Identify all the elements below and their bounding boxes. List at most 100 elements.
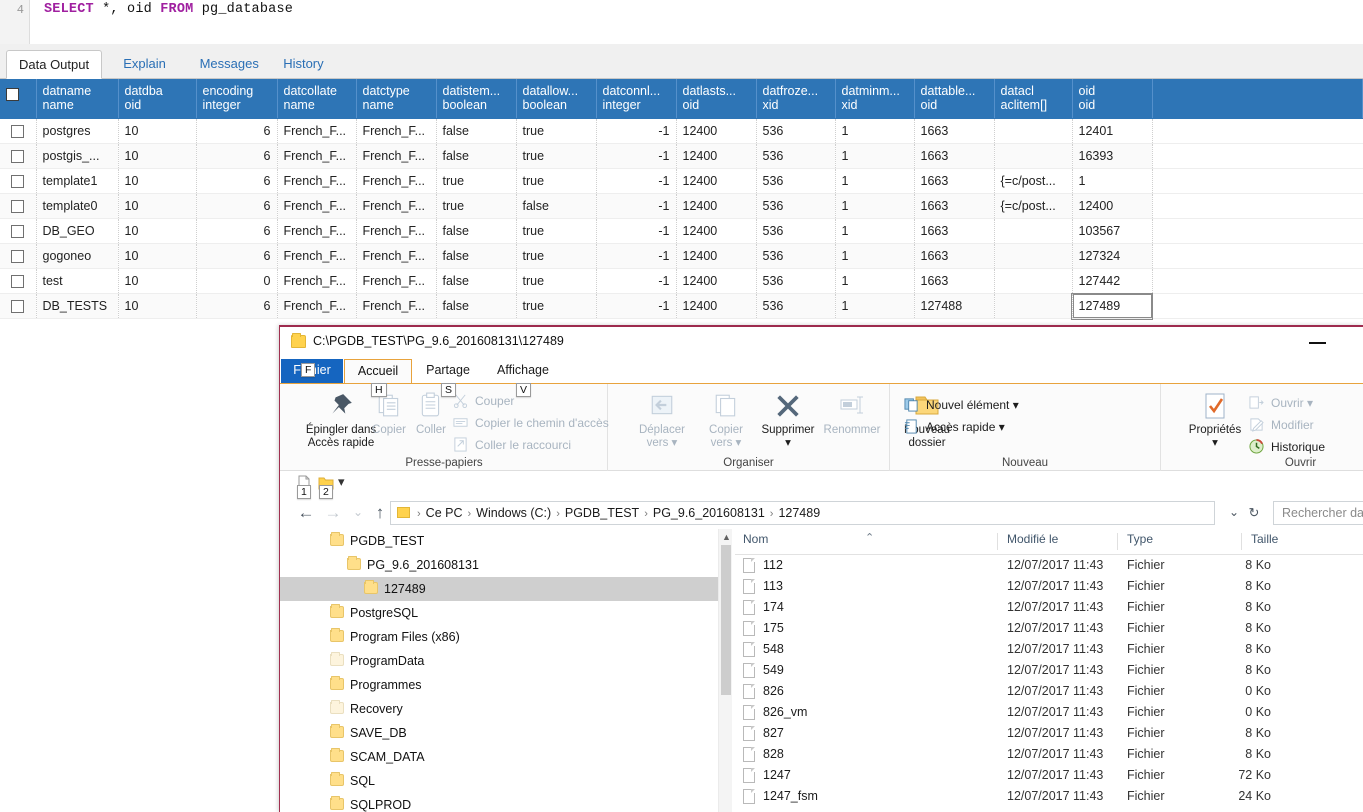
cell-encoding[interactable]: 6 [196,168,278,194]
column-divider[interactable] [1117,533,1118,550]
cell-datallow[interactable]: true [516,243,597,269]
ribbon-tab-partage[interactable]: Partage [414,359,482,383]
cell-datctype[interactable]: French_F... [356,118,437,144]
cell-dattable[interactable]: 1663 [914,218,995,244]
table-row[interactable]: postgis_... 10 6 French_F... French_F... fals… [0,143,1363,169]
cell-datlasts[interactable]: 12400 [676,268,757,294]
column-header-datlasts[interactable]: datlasts... oid [676,79,757,119]
scroll-up-arrow[interactable]: ▲ [722,532,731,542]
ribbon-item-new-item[interactable]: Nouvel élément ▾ [904,394,1019,416]
qat-more-button[interactable]: ▾ [338,474,345,490]
cell-oid[interactable]: 127324 [1072,243,1153,269]
cell-datallow[interactable]: true [516,118,597,144]
ribbon-item-edit[interactable]: Modifier [1249,414,1314,436]
cell-datminm[interactable]: 1 [835,143,915,169]
cell-datfroze[interactable]: 536 [756,268,836,294]
cell-datlasts[interactable]: 12400 [676,293,757,319]
cell-datctype[interactable]: French_F... [356,168,437,194]
file-column-header-taille[interactable]: Taille [1251,532,1278,546]
file-row[interactable]: 827 12/07/2017 11:43 Fichier 8 Ko [735,723,1363,744]
up-button[interactable]: ↑ [368,502,392,524]
tab-explain[interactable]: Explain [111,50,178,79]
cell-datminm[interactable]: 1 [835,243,915,269]
cell-datconnl[interactable]: -1 [596,268,677,294]
cell-datdba[interactable]: 10 [118,193,197,219]
breadcrumb-4[interactable]: 127489 [778,506,820,520]
sql-editor[interactable]: 4 SELECT *, oid FROM pg_database [0,0,1363,44]
cell-datctype[interactable]: French_F... [356,268,437,294]
cell-datacl[interactable]: {=c/post... [994,193,1073,219]
cell-datminm[interactable]: 1 [835,293,915,319]
back-button[interactable]: ← [294,502,318,524]
row-checkbox[interactable] [0,118,37,144]
ribbon-button-rename[interactable]: Renommer [820,392,884,437]
cell-oid[interactable]: 16393 [1072,143,1153,169]
file-row[interactable]: 112 12/07/2017 11:43 Fichier 8 Ko [735,555,1363,576]
cell-datdba[interactable]: 10 [118,168,197,194]
cell-datistem[interactable]: false [436,293,517,319]
cell-datcollate[interactable]: French_F... [277,168,357,194]
cell-datallow[interactable]: true [516,218,597,244]
column-header-datfroze[interactable]: datfroze... xid [756,79,836,119]
cell-datcollate[interactable]: French_F... [277,118,357,144]
cell-datname[interactable]: postgres [36,118,119,144]
checkbox-icon[interactable] [11,200,25,213]
cell-datconnl[interactable]: -1 [596,168,677,194]
cell-encoding[interactable]: 6 [196,118,278,144]
cell-datname[interactable]: postgis_... [36,143,119,169]
table-row[interactable]: test 10 0 French_F... French_F... false true -1… [0,268,1363,294]
cell-datfroze[interactable]: 536 [756,218,836,244]
cell-encoding[interactable]: 0 [196,268,278,294]
cell-datcollate[interactable]: French_F... [277,218,357,244]
checkbox-icon[interactable] [11,275,25,288]
cell-datfroze[interactable]: 536 [756,193,836,219]
row-checkbox[interactable] [0,293,37,319]
cell-datname[interactable]: template0 [36,193,119,219]
ribbon-button-paste[interactable]: Coller [409,392,453,437]
cell-datname[interactable]: DB_GEO [36,218,119,244]
file-column-header-modifi-le[interactable]: Modifié le [1007,532,1058,546]
cell-datdba[interactable]: 10 [118,143,197,169]
cell-datallow[interactable]: true [516,143,597,169]
cell-dattable[interactable]: 1663 [914,143,995,169]
cell-datctype[interactable]: French_F... [356,143,437,169]
cell-datctype[interactable]: French_F... [356,193,437,219]
cell-datconnl[interactable]: -1 [596,218,677,244]
file-row[interactable]: 1247_fsm 12/07/2017 11:43 Fichier 24 Ko [735,786,1363,807]
row-checkbox[interactable] [0,268,37,294]
cell-datminm[interactable]: 1 [835,193,915,219]
scroll-thumb[interactable] [721,545,731,695]
cell-datcollate[interactable]: French_F... [277,293,357,319]
row-checkbox[interactable] [0,218,37,244]
checkbox-icon[interactable] [11,250,25,263]
cell-dattable[interactable]: 1663 [914,243,995,269]
file-row[interactable]: 549 12/07/2017 11:43 Fichier 8 Ko [735,660,1363,681]
cell-oid[interactable]: 127489 [1071,292,1153,320]
checkbox-icon[interactable] [11,225,25,238]
ribbon-button-move-to[interactable]: Déplacer vers ▾ [630,392,694,450]
breadcrumb-2[interactable]: PGDB_TEST [565,506,639,520]
column-header-datistem[interactable]: datistem... boolean [436,79,517,119]
cell-datdba[interactable]: 10 [118,118,197,144]
tree-item-postgresql[interactable]: PostgreSQL [280,601,720,625]
file-row[interactable]: 1247 12/07/2017 11:43 Fichier 72 Ko [735,765,1363,786]
cell-datfroze[interactable]: 536 [756,168,836,194]
cell-datistem[interactable]: true [436,168,517,194]
checkbox-icon[interactable] [11,175,25,188]
cell-datconnl[interactable]: -1 [596,243,677,269]
cell-datcollate[interactable]: French_F... [277,243,357,269]
nav-pane-scrollbar[interactable]: ▲ [718,529,732,812]
cell-datlasts[interactable]: 12400 [676,118,757,144]
cell-datacl[interactable]: {=c/post... [994,168,1073,194]
cell-datallow[interactable]: true [516,293,597,319]
cell-dattable[interactable]: 1663 [914,118,995,144]
cell-datlasts[interactable]: 12400 [676,243,757,269]
ribbon-item-open[interactable]: Ouvrir ▾ [1249,392,1313,414]
ribbon-item-history[interactable]: Historique [1249,436,1325,458]
ribbon-button-copy-to[interactable]: Copier vers ▾ [694,392,758,450]
file-row[interactable]: 826 12/07/2017 11:43 Fichier 0 Ko [735,681,1363,702]
ribbon-item-shortcut[interactable]: Coller le raccourci [453,434,571,456]
cell-datlasts[interactable]: 12400 [676,168,757,194]
cell-datistem[interactable]: false [436,243,517,269]
column-header-datdba[interactable]: datdba oid [118,79,197,119]
